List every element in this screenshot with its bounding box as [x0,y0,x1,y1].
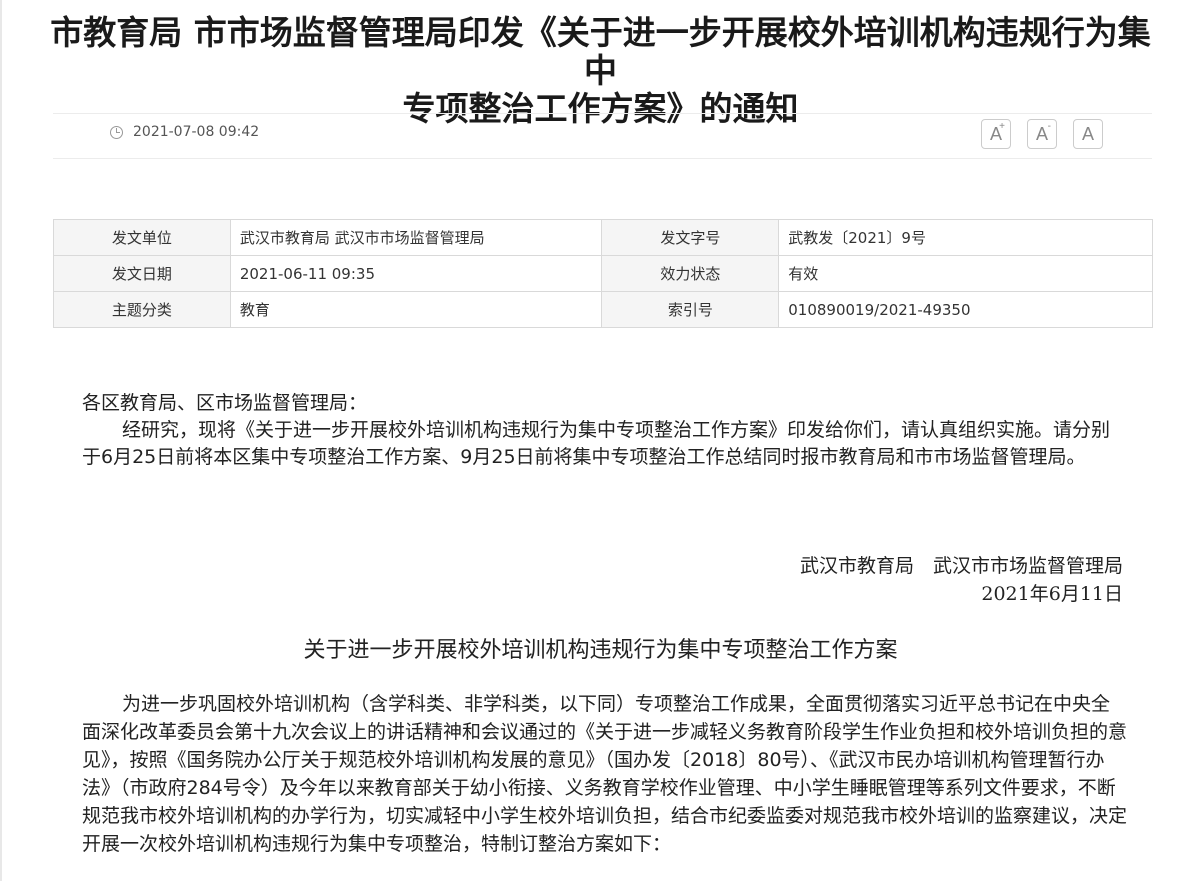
page-left-border [0,0,2,881]
info-label: 发文字号 [601,219,780,256]
notice-paragraph: 经研究，现将《关于进一步开展校外培训机构违规行为集中专项整治工作方案》印发给你们… [82,419,1111,468]
article-title-line1: 市教育局 市市场监督管理局印发《关于进一步开展校外培训机构违规行为集中 [50,13,1151,90]
publish-date: 2021-07-08 09:42 [110,124,259,140]
table-row: 发文日期 2021-06-11 09:35 效力状态 有效 [53,255,1153,292]
plan-intro-paragraph: 为进一步巩固校外培训机构（含学科类、非学科类，以下同）专项整治工作成果，全面贯彻… [82,693,1128,855]
info-value: 教育 [229,291,603,328]
table-row: 主题分类 教育 索引号 010890019/2021-49350 [53,291,1153,328]
info-label: 索引号 [601,291,780,328]
info-value: 010890019/2021-49350 [778,291,1153,328]
info-value: 2021-06-11 09:35 [229,255,603,292]
info-label: 主题分类 [53,291,231,328]
font-increase-button[interactable]: A + [981,119,1011,149]
font-size-controls: A + A- A [981,119,1103,149]
signer-text: 武汉市教育局 武汉市市场监督管理局 [799,555,1123,577]
info-label: 效力状态 [601,255,780,292]
info-label: 发文单位 [53,219,231,256]
plan-title: 关于进一步开展校外培训机构违规行为集中专项整治工作方案 [303,638,898,663]
font-decrease-button[interactable]: A- [1027,119,1057,149]
notice-signature: 武汉市教育局 武汉市市场监督管理局 2021年6月11日 [800,552,1123,608]
info-value: 有效 [778,255,1153,292]
table-row: 发文单位 武汉市教育局 武汉市市场监督管理局 发文字号 武教发〔2021〕9号 [53,219,1153,256]
font-reset-button[interactable]: A [1073,119,1103,149]
plan-body: 为进一步巩固校外培训机构（含学科类、非学科类，以下同）专项整治工作成果，全面贯彻… [82,690,1127,858]
info-value: 武教发〔2021〕9号 [778,219,1153,256]
info-value: 武汉市教育局 武汉市市场监督管理局 [229,219,603,256]
publish-time-text: 2021-07-08 09:42 [133,124,260,140]
notice-salutation: 各区教育局、区市场监督管理局： [82,392,368,414]
clock-icon [110,125,123,139]
notice-body: 各区教育局、区市场监督管理局： 经研究，现将《关于进一步开展校外培训机构违规行为… [82,390,1127,471]
article-title: 市教育局 市市场监督管理局印发《关于进一步开展校外培训机构违规行为集中 专项整治… [40,14,1161,128]
document-info-table: 发文单位 武汉市教育局 武汉市市场监督管理局 发文字号 武教发〔2021〕9号 … [53,219,1153,328]
sign-date: 2021年6月11日 [981,583,1123,605]
article-meta-bar: 2021-07-08 09:42 A + A- A [53,113,1152,159]
info-label: 发文日期 [53,255,231,292]
